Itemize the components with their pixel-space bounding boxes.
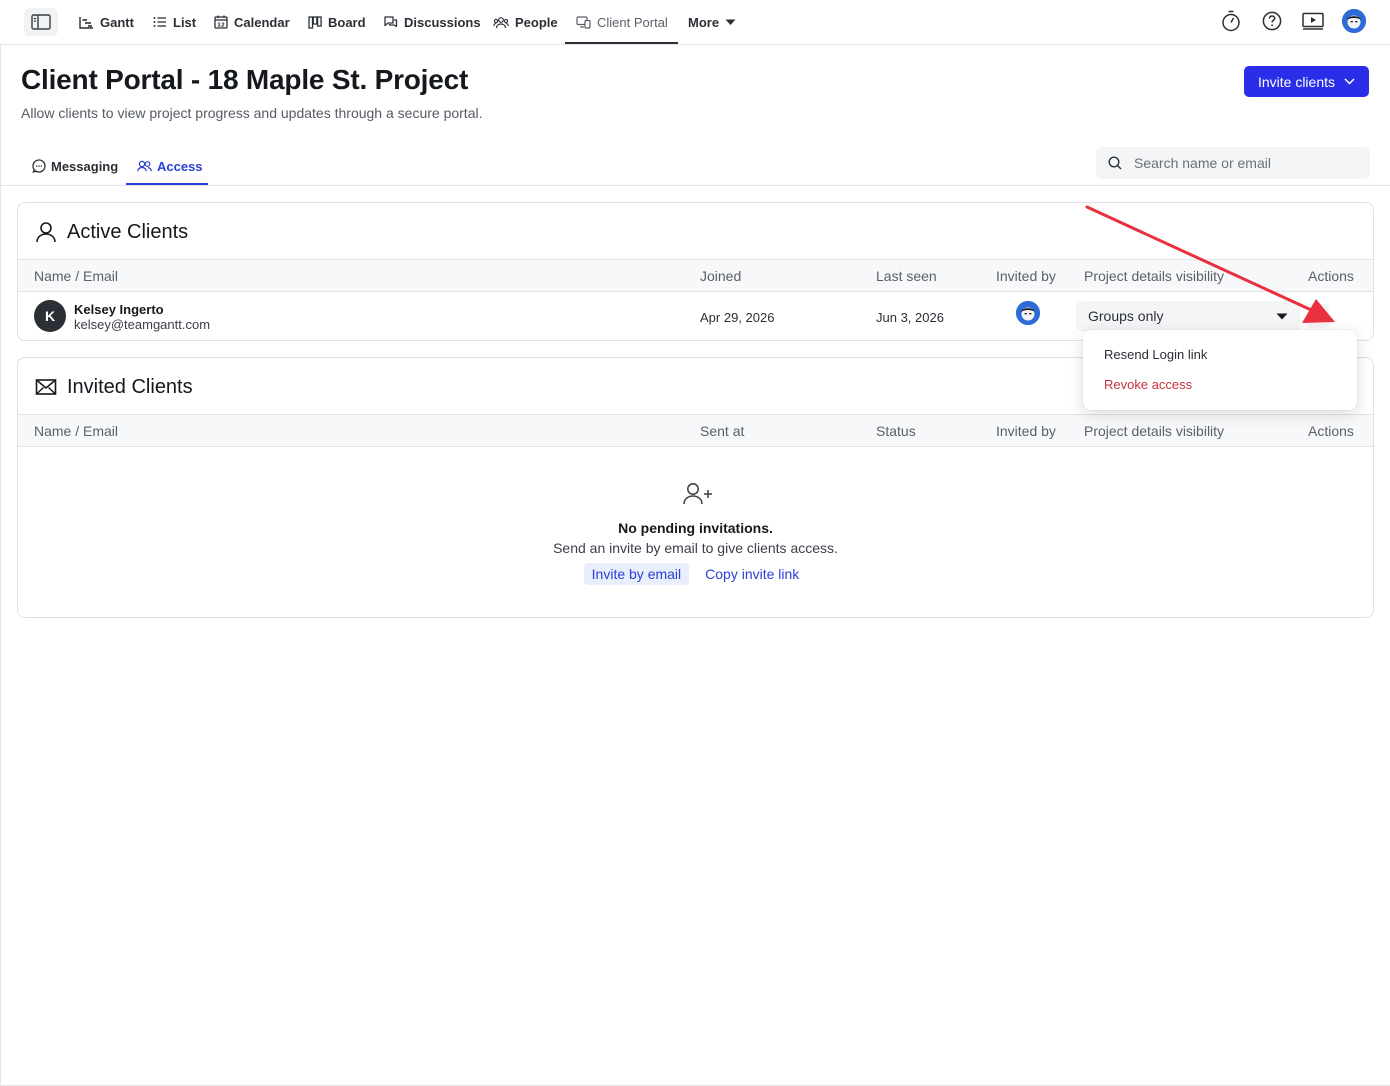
visibility-value: Groups only — [1088, 308, 1164, 324]
client-last-seen: Jun 3, 2026 — [876, 310, 944, 325]
client-avatar: K — [34, 300, 66, 332]
gantt-icon — [79, 16, 93, 29]
col-status: Status — [876, 423, 916, 439]
client-email: kelsey@teamgantt.com — [74, 317, 211, 332]
svg-text:12: 12 — [217, 23, 225, 29]
caret-down-icon — [1276, 313, 1288, 319]
invite-clients-button[interactable]: Invite clients — [1244, 66, 1369, 97]
sidebar-icon — [31, 14, 51, 30]
client-name: Kelsey Ingerto — [74, 302, 164, 317]
col-actions: Actions — [1308, 423, 1354, 439]
nav-active-indicator — [565, 42, 678, 44]
add-user-icon — [682, 482, 714, 511]
row-actions-menu: Resend Login link Revoke access — [1083, 330, 1357, 410]
people-icon — [493, 16, 509, 28]
col-joined: Joined — [700, 268, 742, 284]
invite-clients-label: Invite clients — [1257, 73, 1336, 90]
page-title: Client Portal - 18 Maple St. Project — [21, 64, 469, 95]
search-box — [1096, 147, 1370, 179]
chevron-down-icon — [1344, 78, 1355, 85]
envelope-icon — [35, 379, 57, 395]
nav-client-portal[interactable]: Client Portal — [576, 0, 668, 44]
caret-down-icon — [725, 19, 736, 25]
list-icon — [153, 17, 166, 27]
revoke-access-item[interactable]: Revoke access — [1104, 377, 1192, 392]
col-invited-by: Invited by — [996, 423, 1056, 439]
copy-invite-link-button[interactable]: Copy invite link — [697, 563, 807, 585]
timer-button[interactable] — [1219, 9, 1243, 33]
col-visibility: Project details visibility — [1084, 268, 1225, 284]
row-actions-button[interactable] — [1307, 304, 1329, 328]
nav-board-label: Board — [328, 14, 366, 30]
nav-calendar[interactable]: 12 Calendar — [214, 0, 290, 44]
nav-people-label: People — [515, 14, 558, 30]
nav-discussions[interactable]: Discussions — [383, 0, 481, 44]
users-icon — [137, 160, 152, 172]
invite-by-email-button[interactable]: Invite by email — [583, 563, 690, 585]
client-joined: Apr 29, 2026 — [700, 310, 775, 325]
nav-more[interactable]: More — [688, 0, 736, 44]
col-name-email: Name / Email — [34, 268, 119, 284]
nav-more-label: More — [688, 14, 720, 30]
col-name-email: Name / Email — [34, 423, 119, 439]
nav-right-icons — [1219, 9, 1366, 33]
sidebar-toggle-button[interactable] — [24, 8, 58, 36]
tabs-divider — [0, 185, 1390, 186]
active-clients-column-headers: Name / Email Joined Last seen Invited by… — [18, 259, 1373, 292]
tab-messaging-label: Messaging — [51, 158, 119, 174]
col-actions: Actions — [1308, 268, 1354, 284]
tab-messaging[interactable]: Messaging — [32, 146, 118, 186]
visibility-select[interactable]: Groups only — [1076, 301, 1300, 331]
video-button[interactable] — [1301, 9, 1325, 33]
col-last-seen: Last seen — [876, 268, 937, 284]
nav-discussions-label: Discussions — [404, 14, 481, 30]
inviter-avatar — [1016, 301, 1040, 325]
nav-list-label: List — [173, 14, 197, 30]
resend-login-link-item[interactable]: Resend Login link — [1104, 347, 1207, 362]
nav-people[interactable]: People — [493, 0, 558, 44]
calendar-icon: 12 — [214, 15, 228, 29]
discussions-icon — [384, 16, 398, 28]
more-vertical-icon — [1317, 310, 1319, 322]
user-icon — [36, 222, 56, 243]
video-icon — [1302, 12, 1324, 30]
empty-state-actions: Invite by email Copy invite link — [18, 563, 1373, 585]
nav-board[interactable]: Board — [308, 0, 366, 44]
col-invited-by: Invited by — [996, 268, 1056, 284]
chat-icon — [32, 159, 46, 173]
active-clients-header: Active Clients — [35, 219, 188, 245]
nav-calendar-label: Calendar — [234, 14, 290, 30]
page-subtitle: Allow clients to view project progress a… — [21, 105, 483, 121]
client-portal-icon — [576, 15, 591, 29]
avatar-face-icon — [1342, 9, 1366, 33]
tab-access[interactable]: Access — [137, 146, 203, 186]
search-input[interactable] — [1134, 155, 1354, 171]
help-icon — [1262, 11, 1282, 31]
invited-clients-title: Invited Clients — [67, 375, 193, 398]
invited-clients-header: Invited Clients — [35, 374, 193, 400]
nav-gantt-label: Gantt — [100, 14, 134, 30]
top-nav: Gantt List 12 Calendar Board Discussions… — [0, 0, 1390, 45]
active-clients-card: Active Clients Name / Email Joined Last … — [17, 202, 1374, 341]
board-icon — [308, 15, 322, 29]
timer-icon — [1222, 10, 1240, 32]
nav-client-portal-label: Client Portal — [597, 14, 668, 30]
invited-clients-column-headers: Name / Email Sent at Status Invited by P… — [18, 414, 1373, 447]
help-button[interactable] — [1260, 9, 1284, 33]
nav-list[interactable]: List — [153, 0, 196, 44]
active-clients-title: Active Clients — [67, 220, 189, 243]
search-icon — [1108, 156, 1122, 170]
user-avatar[interactable] — [1342, 9, 1366, 33]
empty-state-title: No pending invitations. — [618, 520, 773, 536]
col-sent-at: Sent at — [700, 423, 745, 439]
nav-gantt[interactable]: Gantt — [79, 0, 134, 44]
empty-state-text: Send an invite by email to give clients … — [553, 540, 838, 556]
avatar-face-icon — [1016, 301, 1040, 325]
tab-access-label: Access — [157, 158, 203, 174]
col-visibility: Project details visibility — [1084, 423, 1225, 439]
